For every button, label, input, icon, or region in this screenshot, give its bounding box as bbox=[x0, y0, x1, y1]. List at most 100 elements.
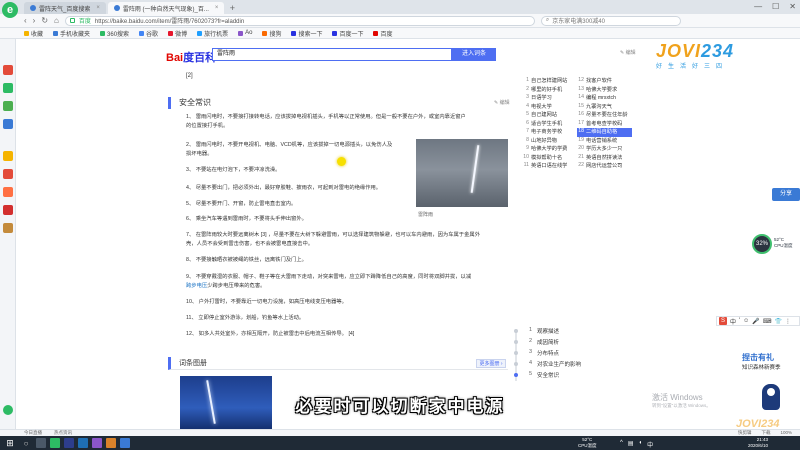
list-link[interactable]: 1 自己怎样建网站 bbox=[522, 77, 577, 86]
new-tab-button[interactable]: + bbox=[227, 3, 237, 13]
list-link[interactable]: 14 编程 mrsxtch bbox=[577, 94, 632, 103]
baidu-baike-logo[interactable]: Bai度百科 bbox=[166, 49, 216, 65]
weibo-icon[interactable] bbox=[3, 65, 13, 75]
inline-link[interactable]: 跨步电压 bbox=[186, 283, 207, 289]
punctuation-icon[interactable]: ' bbox=[739, 318, 740, 324]
browser-search-input[interactable]: ⌕ 京东家电满300减40 bbox=[540, 15, 681, 26]
list-link[interactable]: 21 英语自然拼读法 bbox=[577, 154, 632, 163]
video-icon[interactable] bbox=[3, 187, 13, 197]
ime-mode[interactable]: 中 bbox=[730, 317, 736, 326]
list-link[interactable]: 8 山地好异物 bbox=[522, 137, 577, 146]
list-link[interactable]: 12 找客户软件 bbox=[577, 77, 632, 86]
bookmark-item[interactable]: 搜索一下 bbox=[291, 29, 322, 38]
bookmark-item[interactable]: 百度一下 bbox=[332, 29, 363, 38]
close-window-button[interactable]: ✕ bbox=[789, 2, 796, 11]
bookmark-item[interactable]: 手机收藏夹 bbox=[53, 29, 90, 38]
list-link[interactable]: 15 九寨沟天气 bbox=[577, 103, 632, 112]
list-link[interactable]: 10 模拟帮助十名 bbox=[522, 154, 577, 163]
close-icon[interactable]: × bbox=[215, 5, 219, 11]
url-input[interactable]: 百度 https://baike.baidu.com/item/雷阵雨/7602… bbox=[64, 15, 535, 26]
back-button[interactable]: ‹ bbox=[24, 16, 27, 25]
game-icon[interactable] bbox=[3, 151, 13, 161]
search-icon[interactable]: ○ bbox=[20, 439, 32, 448]
shop-icon[interactable] bbox=[3, 169, 13, 179]
site-icon bbox=[100, 30, 106, 36]
bookmark-item[interactable]: 旅行机票 bbox=[197, 29, 228, 38]
list-link[interactable]: 17 首考电查学校码 bbox=[577, 120, 632, 129]
microphone-icon[interactable]: 🎤 bbox=[752, 318, 759, 325]
bookmark-item[interactable]: 微博 bbox=[168, 29, 187, 38]
task-view-icon[interactable] bbox=[36, 438, 46, 448]
forward-button[interactable]: › bbox=[33, 16, 36, 25]
emoji-icon[interactable]: ☺ bbox=[743, 318, 749, 324]
share-button[interactable]: 分享 bbox=[772, 188, 800, 201]
bookmark-item[interactable]: 百度 bbox=[373, 29, 393, 38]
browser-logo-icon[interactable]: e bbox=[2, 2, 18, 18]
chevron-up-icon[interactable]: ^ bbox=[620, 440, 623, 449]
mail-icon[interactable] bbox=[3, 119, 13, 129]
refresh-button[interactable]: ↻ bbox=[41, 16, 48, 25]
app-icon[interactable] bbox=[3, 101, 13, 111]
toc-item[interactable]: 2 成因简析 bbox=[524, 338, 559, 347]
news-icon[interactable] bbox=[3, 205, 13, 215]
ime-tray-icon[interactable]: 中 bbox=[647, 440, 653, 449]
list-link[interactable]: 4 电视大学 bbox=[522, 103, 577, 112]
enter-entry-button[interactable]: 进入词条 bbox=[452, 48, 496, 61]
list-link[interactable]: 19 电话营销系统 bbox=[577, 137, 632, 146]
sogou-ime-icon[interactable]: S bbox=[719, 317, 727, 325]
list-link[interactable]: 3 日语学习 bbox=[522, 94, 577, 103]
section-edit-link[interactable]: ✎ 编辑 bbox=[494, 99, 510, 106]
taskbar-clock[interactable]: 21:43 2020/6/10 bbox=[748, 437, 768, 448]
baike-search-input[interactable]: 雷阵雨 bbox=[212, 48, 452, 61]
toc-item[interactable]: 4 对农业生产的影响 bbox=[524, 360, 581, 369]
skin-icon[interactable]: 👕 bbox=[774, 318, 781, 325]
keyboard-icon[interactable]: ⌨ bbox=[763, 318, 772, 325]
tab-search-results[interactable]: 雷阵天气_百度搜索 × bbox=[24, 2, 106, 14]
app-icon[interactable] bbox=[3, 223, 13, 233]
app-icon[interactable] bbox=[106, 438, 116, 448]
maximize-button[interactable]: ☐ bbox=[772, 2, 779, 11]
more-albums-button[interactable]: 更多图册 › bbox=[476, 359, 506, 368]
premiere-icon[interactable] bbox=[92, 438, 102, 448]
app-icon[interactable] bbox=[120, 438, 130, 448]
browser-taskbar-icon[interactable] bbox=[50, 438, 60, 448]
list-link[interactable]: 13 哈佛大学要求 bbox=[577, 86, 632, 95]
list-link[interactable]: 7 电子商务学校 bbox=[522, 128, 577, 137]
citation-ref[interactable]: [2] bbox=[186, 73, 193, 79]
bookmark-item[interactable]: 360搜索 bbox=[100, 29, 129, 38]
minimize-button[interactable]: — bbox=[754, 2, 762, 11]
bookmark-item[interactable]: Ao bbox=[238, 30, 252, 36]
tab-baike-article[interactable]: 雷阵雨 (一种自然天气现象)_百... × bbox=[107, 2, 225, 14]
list-link[interactable]: 5 自己建网站 bbox=[522, 111, 577, 120]
edit-link[interactable]: ✎ 编辑 bbox=[620, 49, 636, 56]
search-placeholder: 京东家电满300减40 bbox=[552, 19, 605, 25]
toc-item[interactable]: 5 安全常识 bbox=[524, 371, 559, 380]
folder-icon[interactable] bbox=[78, 438, 88, 448]
close-icon[interactable]: × bbox=[96, 5, 100, 11]
list-link[interactable]: 11 英语口语在线学 bbox=[522, 162, 577, 171]
list-link[interactable]: 18 二维码自助格 bbox=[577, 128, 632, 137]
thunderstorm-image[interactable] bbox=[416, 139, 508, 207]
bookmark-item[interactable]: 谷歌 bbox=[139, 29, 158, 38]
ad-subtitle[interactable]: 知识森林新赛季 bbox=[742, 363, 781, 371]
list-link[interactable]: 6 适合学生手机 bbox=[522, 120, 577, 129]
volume-icon[interactable]: ◖ bbox=[639, 440, 643, 449]
toc-item[interactable]: 3 分布特点 bbox=[524, 349, 559, 358]
bookmark-item[interactable]: 收藏 bbox=[24, 29, 43, 38]
home-button[interactable]: ⌂ bbox=[54, 16, 59, 25]
bookmark-item[interactable]: 搜狗 bbox=[262, 29, 281, 38]
toc-item[interactable]: 1 观察描述 bbox=[524, 327, 559, 336]
list-link[interactable]: 22 网店代运营公司 bbox=[577, 162, 632, 171]
list-link[interactable]: 20 学历大多少一只 bbox=[577, 145, 632, 154]
ad-title[interactable]: 捏击有礼 bbox=[742, 352, 774, 363]
menu-icon[interactable]: ⋮ bbox=[785, 318, 791, 325]
list-link[interactable]: 9 哈佛大学的学费 bbox=[522, 145, 577, 154]
list-link[interactable]: 16 尽量不要在住年龄 bbox=[577, 111, 632, 120]
photoshop-icon[interactable] bbox=[64, 438, 74, 448]
start-button[interactable]: ⊞ bbox=[4, 438, 16, 449]
network-icon[interactable]: ▤ bbox=[628, 440, 634, 449]
list-link[interactable]: 2 哪里的好手机 bbox=[522, 86, 577, 95]
speed-widget[interactable]: 32% 52°C CPU温度 bbox=[752, 234, 800, 256]
app-icon[interactable] bbox=[3, 83, 13, 93]
ime-toolbar[interactable]: S 中 ' ☺ 🎤 ⌨ 👕 ⋮ bbox=[716, 316, 800, 326]
